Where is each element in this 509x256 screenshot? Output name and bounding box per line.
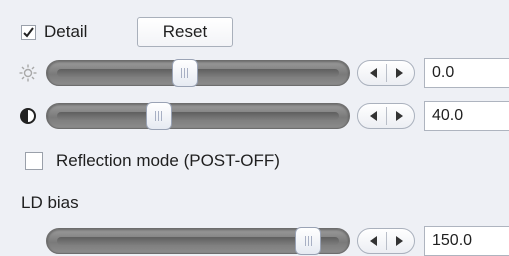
contrast-stepper[interactable] xyxy=(357,103,415,129)
reset-button[interactable]: Reset xyxy=(137,17,233,47)
increase-arrow-icon[interactable] xyxy=(387,229,411,253)
reflection-mode-checkbox[interactable] xyxy=(25,152,43,170)
decrease-arrow-icon[interactable] xyxy=(362,104,386,128)
brightness-stepper[interactable] xyxy=(357,60,415,86)
contrast-slider[interactable] xyxy=(46,102,350,130)
detail-checkbox-row[interactable]: Detail xyxy=(21,22,87,42)
checkmark-icon xyxy=(23,26,34,38)
decrease-arrow-icon[interactable] xyxy=(362,61,386,85)
reflection-mode-label: Reflection mode (POST-OFF) xyxy=(56,151,280,170)
contrast-icon xyxy=(19,107,37,125)
detail-label: Detail xyxy=(44,22,88,41)
contrast-value-field[interactable]: 40.0 xyxy=(424,101,509,131)
reflection-mode-row[interactable]: Reflection mode (POST-OFF) xyxy=(25,151,280,171)
sun-icon xyxy=(19,64,37,82)
ld-bias-slider[interactable] xyxy=(46,227,350,255)
increase-arrow-icon[interactable] xyxy=(387,61,411,85)
brightness-value-field[interactable]: 0.0 xyxy=(424,58,509,88)
ld-bias-label: LD bias xyxy=(21,193,79,212)
detail-checkbox[interactable] xyxy=(21,24,36,40)
ld-bias-value-field[interactable]: 150.0 xyxy=(424,226,509,256)
decrease-arrow-icon[interactable] xyxy=(362,229,386,253)
ld-bias-stepper[interactable] xyxy=(357,228,415,254)
brightness-slider-thumb[interactable] xyxy=(171,59,198,87)
contrast-slider-thumb[interactable] xyxy=(145,102,172,130)
brightness-slider[interactable] xyxy=(46,59,350,87)
increase-arrow-icon[interactable] xyxy=(387,104,411,128)
ld-bias-slider-thumb[interactable] xyxy=(295,227,322,255)
